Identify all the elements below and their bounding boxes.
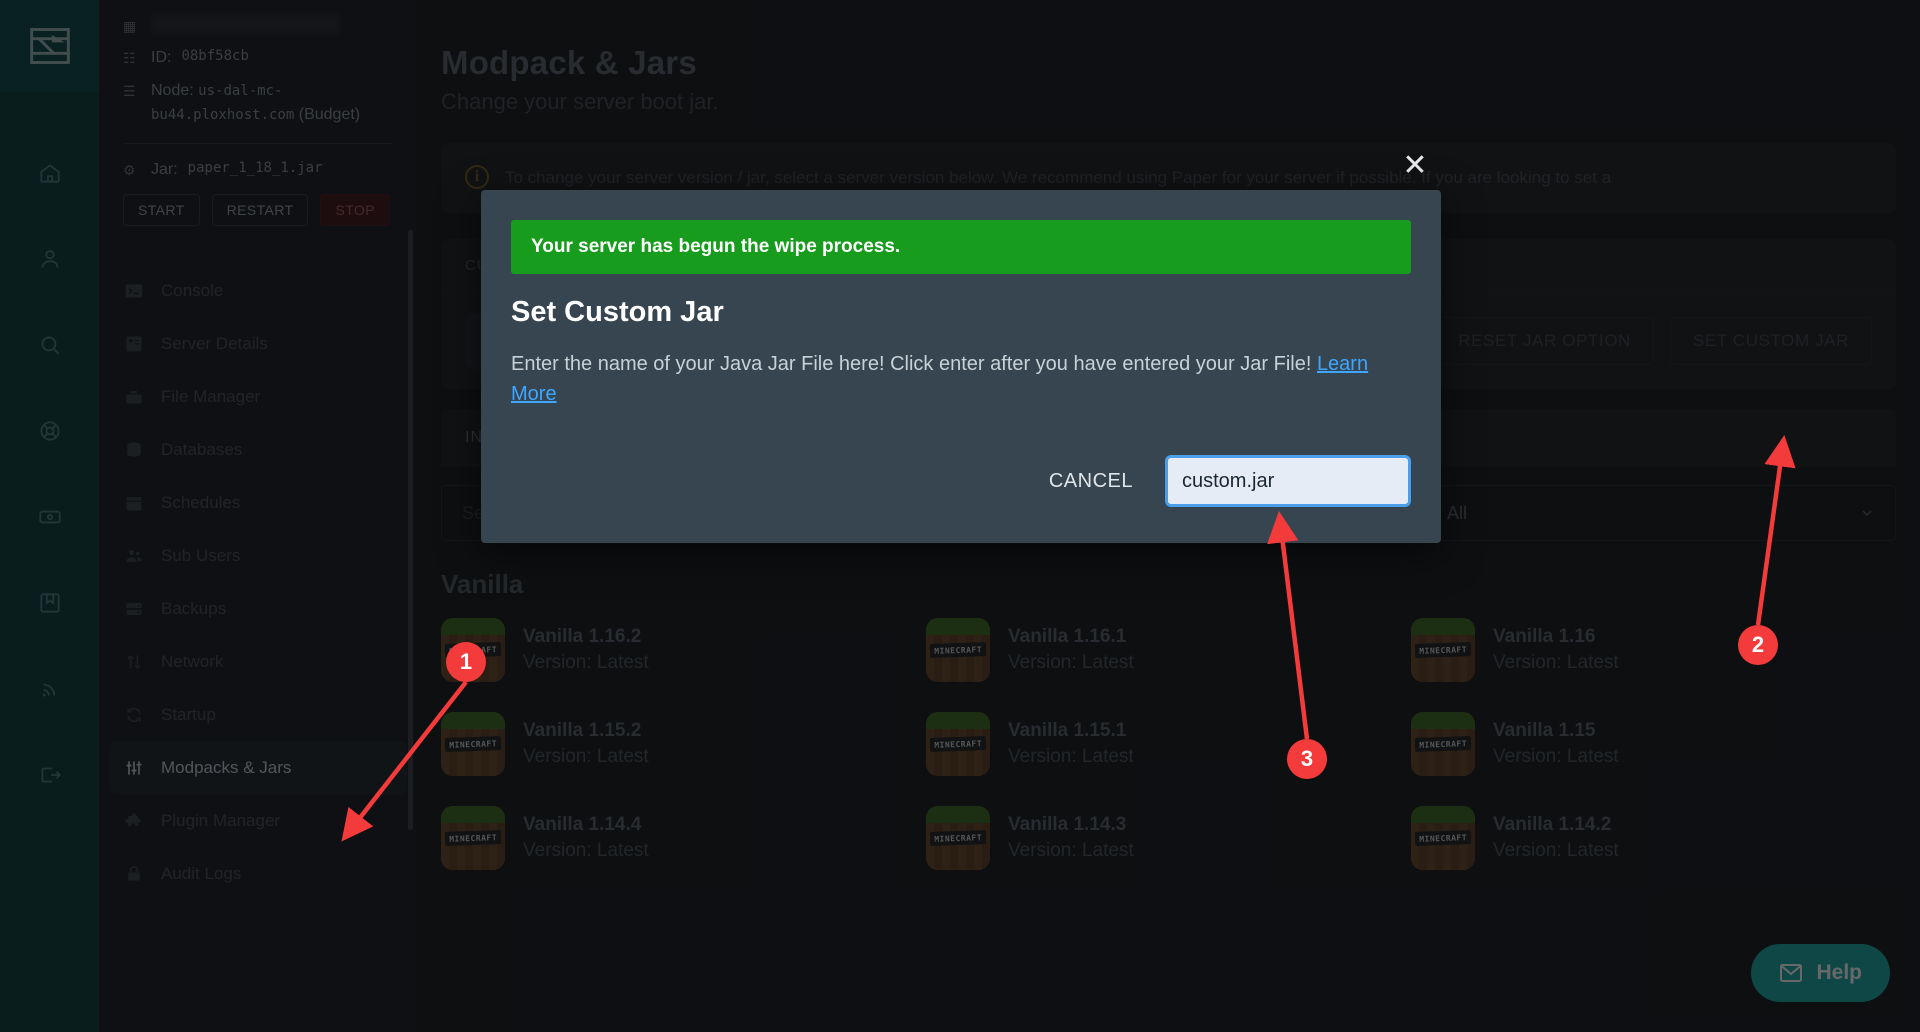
annotation-badge-2: 2 (1738, 625, 1778, 665)
modal-body-text: Enter the name of your Java Jar File her… (511, 353, 1317, 375)
annotation-badge-1: 1 (446, 642, 486, 682)
close-icon: ✕ (1402, 149, 1428, 182)
annotation-badge-3: 3 (1287, 739, 1327, 779)
app-root: ▦ ☷ ID: 08bf58cb ☰ Node: us-dal-mc-bu44.… (0, 0, 1920, 1032)
set-custom-jar-modal: Your server has begun the wipe process. … (481, 190, 1441, 543)
modal-actions: CANCEL (511, 455, 1411, 507)
modal-close-button[interactable]: ✕ (1400, 149, 1430, 182)
modal-title: Set Custom Jar (511, 296, 724, 328)
cancel-button[interactable]: CANCEL (1049, 470, 1133, 493)
custom-jar-input[interactable] (1165, 455, 1411, 507)
success-alert: Your server has begun the wipe process. (511, 220, 1411, 274)
modal-body: Enter the name of your Java Jar File her… (511, 349, 1411, 409)
